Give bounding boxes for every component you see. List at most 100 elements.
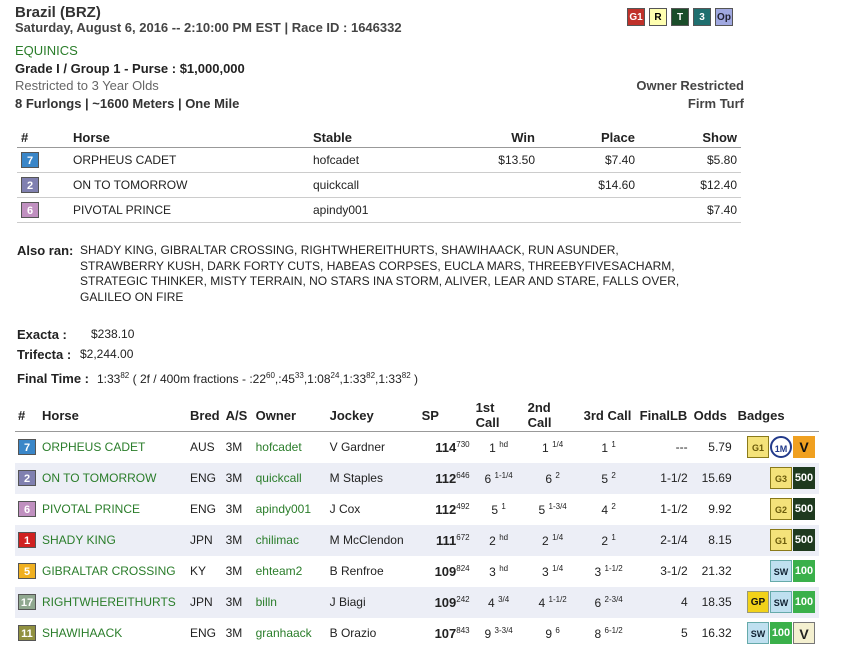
third-call-pos: 8 bbox=[594, 626, 602, 641]
age-sex: 3M bbox=[225, 626, 243, 640]
badges-cell: G2 500 bbox=[735, 494, 819, 525]
track-link[interactable]: EQUINICS bbox=[15, 43, 78, 58]
age-sex: 3M bbox=[222, 462, 253, 494]
v-badge-icon: V bbox=[793, 622, 815, 644]
final-lb: 5 bbox=[680, 626, 688, 640]
first-call-pos: 4 bbox=[488, 595, 495, 610]
result-show: $12.40 bbox=[639, 172, 741, 198]
star-g3-icon: G3 bbox=[770, 467, 792, 489]
exacta-value: $238.10 bbox=[91, 327, 135, 341]
fraction-sep: ,:45 bbox=[274, 372, 295, 386]
bred: JPN bbox=[187, 586, 223, 618]
fraction-sep: ) bbox=[410, 372, 418, 386]
owner-link[interactable]: quickcall bbox=[252, 462, 327, 494]
third-call-pos: 5 bbox=[601, 471, 609, 486]
col-owner: Owner bbox=[252, 399, 327, 432]
second-call: 4 1-1/2 bbox=[524, 586, 581, 618]
col-num: # bbox=[15, 399, 39, 432]
result-horse[interactable]: PIVOTAL PRINCE bbox=[69, 197, 309, 223]
owner-link[interactable]: granhaack bbox=[253, 618, 327, 649]
field-row: 1 SHADY KING JPN 3M chilimac M McClendon 11167… bbox=[15, 524, 819, 556]
race-date-line: Saturday, August 6, 2016 -- 2:10:00 PM E… bbox=[15, 20, 402, 35]
second-call-margin: 1-3/4 bbox=[548, 501, 567, 511]
fraction-sup: 33 bbox=[294, 371, 304, 380]
fractions-prefix: ( 2f / 400m fractions - :22 bbox=[132, 372, 266, 386]
first-call-margin: hd bbox=[499, 563, 509, 573]
final-lb: 4 bbox=[636, 586, 691, 618]
first-call: 2 hd bbox=[472, 524, 525, 556]
result-horse[interactable]: ON TO TOMORROW bbox=[69, 172, 309, 198]
result-stable[interactable]: quickcall bbox=[309, 172, 459, 198]
horse-link[interactable]: SHADY KING bbox=[39, 524, 187, 556]
odds: 8.15 bbox=[690, 524, 735, 556]
field-row: 7 ORPHEUS CADET AUS 3M hofcadet V Gardner 1147… bbox=[15, 432, 819, 463]
post-position: 7 bbox=[18, 439, 36, 456]
horse-link[interactable]: GIBRALTAR CROSSING bbox=[39, 556, 187, 587]
owner-link[interactable]: billn bbox=[252, 586, 327, 618]
fraction-sep: ,1:33 bbox=[375, 372, 402, 386]
final-lb: 3-1/2 bbox=[660, 564, 688, 578]
race-badge-op: Op bbox=[715, 8, 733, 26]
gp-badge-icon: GP bbox=[747, 591, 769, 613]
jockey: J Biagi bbox=[326, 586, 419, 618]
horse-link[interactable]: RIGHTWHEREITHURTS bbox=[39, 586, 187, 618]
also-ran-label: Also ran: bbox=[17, 243, 74, 258]
col-horse: Horse bbox=[69, 128, 309, 148]
speed-cell: 109242 bbox=[418, 586, 473, 618]
horse-link[interactable]: PIVOTAL PRINCE bbox=[39, 494, 187, 525]
star-g2-icon: G2 bbox=[770, 498, 792, 520]
col-stable: Stable bbox=[309, 128, 459, 148]
result-stable[interactable]: apindy001 bbox=[309, 197, 459, 223]
field-row: 2 ON TO TOMORROW ENG 3M quickcall M Staples 11… bbox=[15, 462, 819, 494]
third-call-margin: 2 bbox=[611, 470, 616, 480]
race-badge-g1: G1 bbox=[627, 8, 645, 26]
500-badge-icon: 500 bbox=[793, 467, 815, 489]
speed-sup: 824 bbox=[456, 563, 470, 573]
age-sex: 3M bbox=[225, 502, 243, 516]
speed-sup: 492 bbox=[456, 501, 470, 511]
bred: AUS bbox=[190, 440, 215, 455]
second-call-margin: 1-1/2 bbox=[548, 594, 567, 604]
result-win bbox=[459, 197, 539, 223]
also-ran-list: SHADY KING, GIBRALTAR CROSSING, RIGHTWHE… bbox=[80, 243, 680, 304]
owner-link[interactable]: apindy001 bbox=[253, 494, 327, 525]
sw-badge-icon: SW bbox=[770, 560, 792, 582]
third-call: 3 1-1/2 bbox=[581, 556, 637, 587]
horse-link[interactable]: ON TO TOMORROW bbox=[39, 462, 187, 494]
third-call: 2 1 bbox=[580, 524, 637, 556]
third-call-pos: 2 bbox=[601, 533, 609, 548]
first-call-pos: 3 bbox=[489, 564, 496, 579]
first-call-pos: 5 bbox=[491, 502, 499, 517]
second-call-pos: 9 bbox=[545, 626, 553, 641]
result-row: 7 ORPHEUS CADET hofcadet $13.50 $7.40 $5.80 bbox=[17, 147, 741, 173]
third-call-margin: 1 bbox=[611, 532, 616, 542]
age-sex: 3M bbox=[225, 440, 243, 455]
post-position: 2 bbox=[18, 470, 36, 486]
badges-cell: G3 500 bbox=[734, 462, 819, 494]
post-position: 5 bbox=[18, 563, 36, 579]
third-call-pos: 3 bbox=[594, 564, 602, 579]
result-stable[interactable]: hofcadet bbox=[309, 147, 459, 173]
badges-cell: G1 1M V bbox=[735, 432, 819, 463]
speed-cell: 107843 bbox=[419, 618, 473, 649]
speed: 109 bbox=[434, 594, 457, 610]
owner-link[interactable]: chilimac bbox=[252, 524, 327, 556]
owner-link[interactable]: hofcadet bbox=[253, 432, 327, 463]
first-call-margin: hd bbox=[499, 532, 509, 542]
third-call: 8 6-1/2 bbox=[581, 618, 637, 649]
owner-link[interactable]: ehteam2 bbox=[253, 556, 327, 587]
badges-cell: SW 100 V bbox=[735, 618, 819, 649]
result-horse[interactable]: ORPHEUS CADET bbox=[69, 147, 309, 173]
final-time: 1:33 bbox=[97, 372, 121, 386]
odds: 21.32 bbox=[701, 564, 732, 578]
third-call-pos: 4 bbox=[601, 502, 609, 517]
speed: 107 bbox=[434, 625, 457, 641]
result-pp-cell: 2 bbox=[17, 172, 69, 198]
horse-link[interactable]: ORPHEUS CADET bbox=[39, 432, 187, 463]
second-call: 3 1/4 bbox=[525, 556, 581, 587]
speed-sup: 242 bbox=[456, 594, 470, 604]
sw-badge-icon: SW bbox=[747, 622, 769, 644]
final-lb: --- bbox=[675, 440, 688, 455]
trifecta-value: $2,244.00 bbox=[80, 347, 134, 361]
horse-link[interactable]: SHAWIHAACK bbox=[39, 618, 187, 649]
